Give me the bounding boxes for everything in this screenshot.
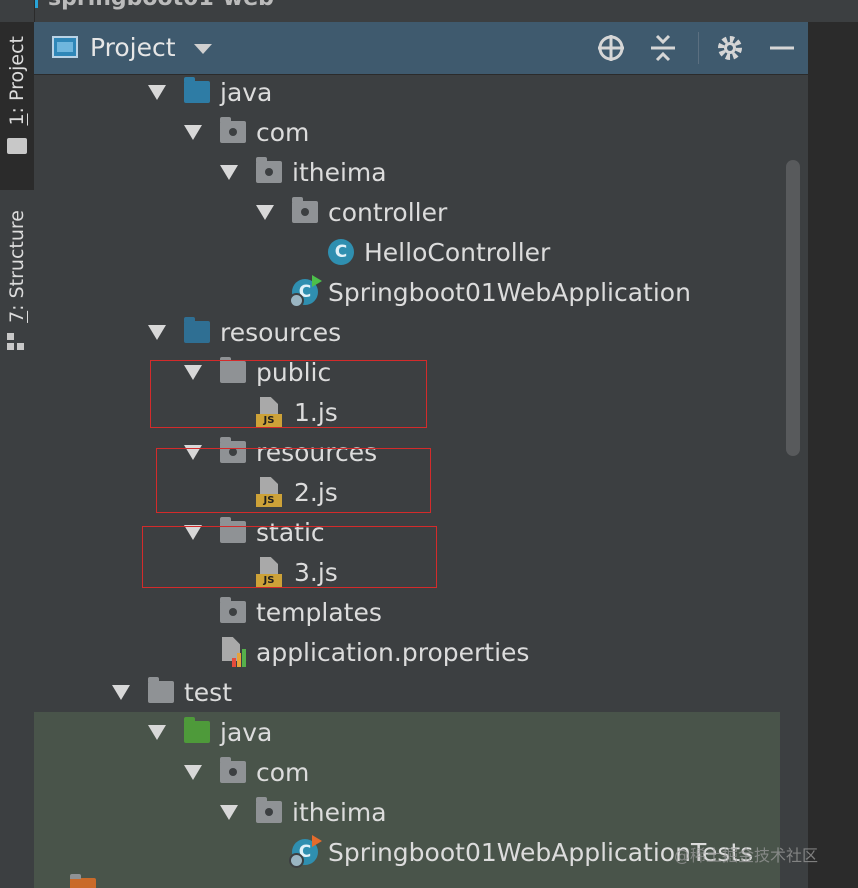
chevron-down-icon[interactable] [148, 84, 166, 100]
structure-icon [7, 332, 27, 353]
package-icon [220, 117, 246, 143]
chevron-down-icon[interactable] [194, 44, 212, 54]
test-source-folder-icon [184, 717, 210, 743]
package-icon [256, 157, 282, 183]
tree-node-java-test[interactable]: java [148, 712, 272, 752]
tab-project-label: : Project [6, 36, 28, 114]
tree-node-label: controller [328, 197, 448, 227]
tree-node-label: application.properties [256, 637, 530, 667]
properties-file-icon [220, 637, 246, 667]
locate-icon[interactable] [596, 33, 626, 63]
chevron-down-icon[interactable] [148, 324, 166, 340]
chevron-down-icon[interactable] [184, 764, 202, 780]
tree-node-resources[interactable]: resources [148, 312, 341, 352]
chevron-down-icon[interactable] [184, 124, 202, 140]
tree-node-hello-controller[interactable]: C HelloController [328, 232, 550, 272]
tree-node-application-properties[interactable]: application.properties [220, 632, 529, 672]
spring-app-icon: C [289, 275, 322, 308]
folder-icon [7, 137, 27, 154]
tab-project-number: 1 [6, 113, 28, 126]
collapse-all-icon[interactable] [648, 33, 678, 63]
tab-structure-label: : Structure [6, 210, 28, 311]
tree-node-itheima-test[interactable]: itheima [220, 792, 387, 832]
gear-icon [289, 293, 304, 308]
tab-structure-number: 7 [6, 310, 28, 323]
tree-node-partial [70, 872, 106, 888]
tree-node-controller[interactable]: controller [256, 192, 447, 232]
class-glyph: C [334, 242, 348, 262]
package-icon [220, 597, 246, 623]
chevron-down-icon[interactable] [256, 204, 274, 220]
highlight-box-resources [156, 448, 431, 513]
tree-node-templates[interactable]: templates [220, 592, 382, 632]
class-icon: C [328, 239, 354, 265]
tree-node-com[interactable]: com [184, 112, 309, 152]
package-icon [220, 757, 246, 783]
highlight-box-static [142, 526, 437, 588]
gear-icon [289, 853, 304, 868]
panel-title[interactable]: Project [90, 33, 176, 62]
resources-folder-icon [184, 317, 210, 343]
watermark-text: @稀土掘金技术社区 [674, 846, 819, 865]
tree-node-java[interactable]: java [148, 72, 272, 112]
tree-node-label: test [184, 677, 233, 707]
minimize-icon[interactable] [767, 33, 797, 63]
tree-node-label: com [256, 757, 310, 787]
source-folder-icon [184, 77, 210, 103]
tree-node-label: templates [256, 597, 382, 627]
tree-node-label: Springboot01WebApplication [328, 277, 691, 307]
package-icon [256, 797, 282, 823]
window-title-bar: springboot01-web [0, 0, 858, 16]
editor-gutter [808, 22, 858, 888]
tree-node-label: HelloController [364, 237, 551, 267]
window-title: springboot01-web [48, 0, 274, 11]
tree-node-label: java [220, 717, 273, 747]
tab-structure[interactable]: 7: Structure [0, 200, 34, 370]
project-panel-header: Project [34, 22, 808, 75]
tree-node-label: com [256, 117, 310, 147]
package-icon [292, 197, 318, 223]
chevron-down-icon[interactable] [112, 684, 130, 700]
vertical-scrollbar[interactable] [786, 160, 800, 456]
tree-node-label: itheima [292, 797, 387, 827]
project-view-icon [52, 36, 78, 58]
highlight-box-public [150, 360, 427, 428]
folder-icon [70, 874, 96, 888]
folder-icon [148, 677, 174, 703]
spring-test-icon: C [289, 835, 322, 868]
tree-node-springboot-app[interactable]: C Springboot01WebApplication [289, 272, 691, 312]
gear-icon[interactable] [715, 33, 745, 63]
tree-node-itheima[interactable]: itheima [220, 152, 387, 192]
chevron-down-icon[interactable] [148, 724, 166, 740]
tree-node-label: resources [220, 317, 342, 347]
tree-node-label: java [220, 77, 273, 107]
tool-window-strip: 1: Project 7: Structure [0, 0, 35, 888]
chevron-down-icon[interactable] [220, 164, 238, 180]
toolbar-divider [698, 32, 699, 64]
chevron-down-icon[interactable] [220, 804, 238, 820]
tree-node-label: itheima [292, 157, 387, 187]
tree-node-com-test[interactable]: com [184, 752, 309, 792]
tree-node-test[interactable]: test [112, 672, 232, 712]
tab-project[interactable]: 1: Project [0, 22, 34, 190]
